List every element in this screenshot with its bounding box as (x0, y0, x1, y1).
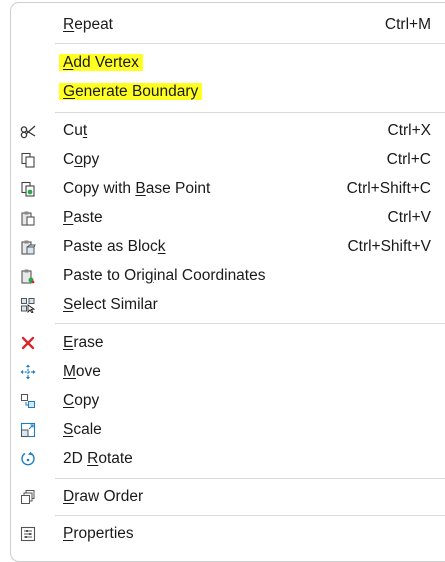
menu-separator (55, 112, 445, 113)
menu-item-generate-boundary[interactable]: Generate Boundary (11, 78, 445, 107)
menu-item-cut[interactable]: Cut Ctrl+X (11, 117, 445, 146)
paste-block-icon (19, 238, 37, 256)
context-menu: Repeat Ctrl+M Add Vertex Generate Bounda… (10, 2, 445, 562)
menu-item-copy-with-base-point[interactable]: Copy with Base Point Ctrl+Shift+C (11, 175, 445, 204)
menu-item-label: Generate Boundary (59, 83, 203, 101)
draw-order-icon (19, 488, 37, 506)
menu-item-label: Paste as Block (63, 238, 166, 255)
menu-item-label: Cut (63, 122, 88, 139)
menu-item-label: Properties (63, 525, 134, 542)
menu-separator (55, 43, 445, 44)
menu-item-label: Copy (63, 392, 100, 409)
shortcut-label: Ctrl+Shift+C (346, 180, 431, 197)
menu-item-repeat[interactable]: Repeat Ctrl+M (11, 11, 445, 40)
paste-original-icon (19, 267, 37, 285)
menu-item-label: Select Similar (63, 296, 158, 313)
shortcut-label: Ctrl+C (386, 151, 431, 168)
menu-item-label: Scale (63, 421, 102, 438)
properties-icon (19, 525, 37, 543)
select-similar-icon (19, 296, 37, 314)
menu-item-scale[interactable]: Scale (11, 416, 445, 445)
shortcut-label: Ctrl+M (384, 16, 431, 33)
menu-item-label: Copy with Base Point (63, 180, 211, 197)
erase-icon (19, 334, 37, 352)
shortcut-label: Ctrl+V (387, 209, 432, 226)
menu-item-label: Draw Order (63, 488, 144, 505)
menu-item-select-similar[interactable]: Select Similar (11, 291, 445, 320)
menu-item-paste-as-block[interactable]: Paste as Block Ctrl+Shift+V (11, 233, 445, 262)
scissors-icon (19, 122, 37, 140)
copy-base-point-icon (19, 180, 37, 198)
menu-item-label: Erase (63, 334, 104, 351)
menu-item-copy[interactable]: Copy Ctrl+C (11, 146, 445, 175)
menu-separator (55, 478, 445, 479)
menu-item-paste[interactable]: Paste Ctrl+V (11, 204, 445, 233)
rotate-icon (19, 450, 37, 468)
paste-icon (19, 209, 37, 227)
menu-item-paste-to-original-coordinates[interactable]: Paste to Original Coordinates (11, 262, 445, 291)
menu-item-label: Add Vertex (59, 54, 143, 72)
scale-icon (19, 421, 37, 439)
copy-objects-icon (19, 392, 37, 410)
shortcut-label: Ctrl+Shift+V (347, 238, 431, 255)
copy-icon (19, 151, 37, 169)
menu-separator (55, 515, 445, 516)
move-icon (19, 363, 37, 381)
menu-item-properties[interactable]: Properties (11, 520, 445, 549)
menu-item-label: 2D Rotate (63, 450, 133, 467)
menu-item-draw-order[interactable]: Draw Order (11, 483, 445, 512)
menu-item-add-vertex[interactable]: Add Vertex (11, 49, 445, 78)
menu-item-move[interactable]: Move (11, 358, 445, 387)
menu-item-label: Repeat (63, 16, 113, 33)
menu-item-label: Paste (63, 209, 103, 226)
menu-item-2d-rotate[interactable]: 2D Rotate (11, 445, 445, 474)
menu-item-erase[interactable]: Erase (11, 329, 445, 358)
menu-item-label: Copy (63, 151, 100, 168)
menu-item-label: Move (63, 363, 101, 380)
menu-separator (55, 323, 445, 324)
menu-item-copy-objects[interactable]: Copy (11, 387, 445, 416)
shortcut-label: Ctrl+X (387, 122, 432, 139)
menu-item-label: Paste to Original Coordinates (63, 267, 266, 284)
